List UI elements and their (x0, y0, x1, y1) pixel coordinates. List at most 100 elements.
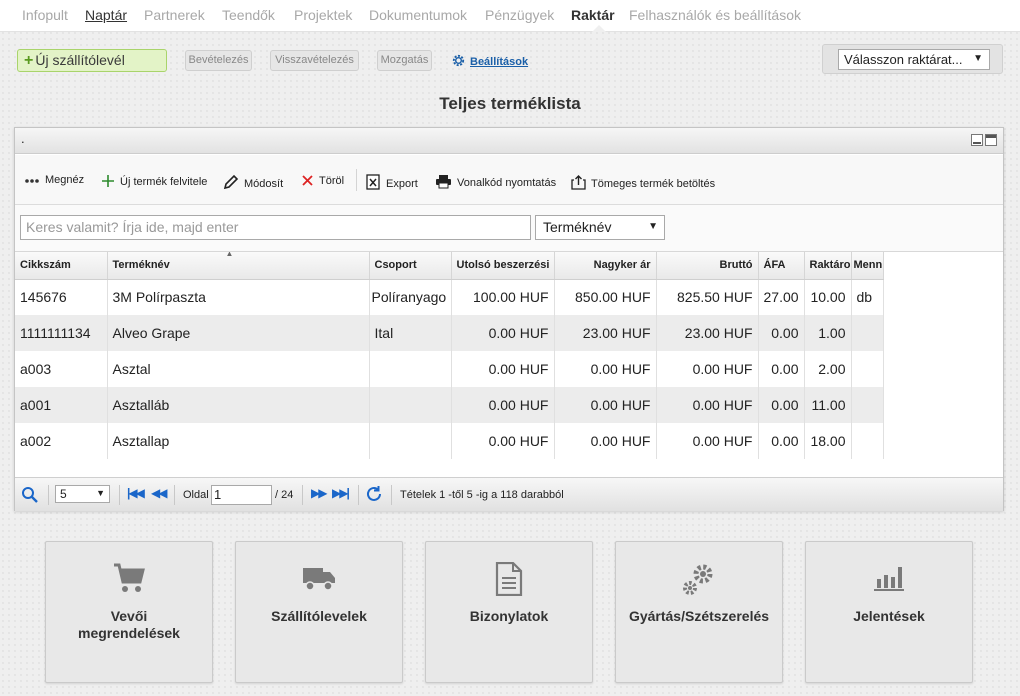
tile-delivery-notes-label: Szállítólevelek (236, 608, 402, 625)
pager: 5 ▼ |◀◀ ◀◀ Oldal 1 / 24 ▶▶ ▶▶| Tételek 1… (15, 477, 1003, 511)
table-row[interactable]: a003 Asztal 0.00 HUF 0.00 HUF 0.00 HUF 0… (15, 351, 884, 387)
new-delivery-note-button[interactable]: + Új szállítólevél (17, 49, 167, 72)
add-product-button[interactable]: Új termék felvitele (101, 174, 207, 191)
column-header-afa[interactable]: ÁFA (758, 252, 805, 280)
pager-divider (391, 485, 392, 505)
view-button[interactable]: Megnéz (24, 174, 84, 189)
export-label: Export (386, 178, 418, 190)
page-number-input[interactable]: 1 (211, 485, 272, 505)
cell-csoport: Ital (369, 315, 452, 351)
cell-csoport (369, 387, 452, 423)
search-field-select[interactable]: Terméknév ▼ (535, 215, 665, 240)
tile-delivery-notes[interactable]: Szállítólevelek (235, 541, 403, 683)
next-page-icon[interactable]: ▶▶ (311, 486, 328, 500)
tile-customer-orders-label: Vevői megrendelések (46, 608, 212, 642)
search-input[interactable]: Keres valamit? Írja ide, majd enter (20, 215, 531, 240)
nav-item-raktar[interactable]: Raktár (571, 7, 615, 23)
bar-chart-icon (806, 562, 972, 595)
tile-documents[interactable]: Bizonylatok (425, 541, 593, 683)
receipt-button[interactable]: Bevételezés (185, 50, 252, 71)
cart-icon (46, 562, 212, 597)
cell-csoport (369, 423, 452, 459)
column-header-csoport[interactable]: Csoport (369, 252, 452, 280)
bulk-upload-button[interactable]: Tömeges termék betöltés (571, 174, 715, 193)
column-header-utolso-beszerzesi[interactable]: Utolsó beszerzési (451, 252, 555, 280)
cell-mennyisegi-egyseg: db (851, 279, 884, 315)
search-icon[interactable] (21, 486, 38, 506)
warehouse-selector-box: Válasszon raktárat... ▼ (822, 44, 1003, 74)
column-header-termeknev[interactable]: ▲ Terméknév (107, 252, 370, 280)
nav-item-dokumentumok[interactable]: Dokumentumok (369, 7, 467, 23)
refresh-icon[interactable] (365, 485, 383, 506)
barcode-print-label: Vonalkód nyomtatás (457, 177, 557, 189)
settings-link[interactable]: Beállítások (451, 53, 528, 71)
excel-icon (365, 174, 381, 193)
cell-utolso-beszerzesi: 100.00 HUF (451, 279, 555, 315)
nav-item-infopult[interactable]: Infopult (22, 7, 68, 23)
nav-item-felhasznalok[interactable]: Felhasználók és beállítások (629, 7, 801, 23)
edit-button[interactable]: Módosít (223, 174, 283, 193)
cell-afa: 27.00 (758, 279, 805, 315)
cell-termeknev: Asztal (107, 351, 370, 387)
tile-reports[interactable]: Jelentések (805, 541, 973, 683)
movement-button[interactable]: Mozgatás (377, 50, 432, 71)
export-button[interactable]: Export (365, 174, 418, 193)
panel-header: . (15, 128, 1003, 154)
delete-button[interactable]: Töröl (301, 174, 344, 190)
nav-item-naptar[interactable]: Naptár (85, 7, 127, 23)
cell-nagyker-ar: 850.00 HUF (554, 279, 657, 315)
tile-manufacturing[interactable]: Gyártás/Szétszerelés (615, 541, 783, 683)
column-header-cikkszam[interactable]: Cikkszám (15, 252, 108, 280)
column-header-mennyisegi-egyseg[interactable]: Menn (851, 252, 884, 280)
tile-label-line: Bizonylatok (469, 608, 549, 624)
top-navigation: Infopult Naptár Partnerek Teendők Projek… (0, 0, 1020, 32)
cell-mennyisegi-egyseg (851, 387, 884, 423)
table-row[interactable]: a001 Asztalláb 0.00 HUF 0.00 HUF 0.00 HU… (15, 387, 884, 423)
cell-afa: 0.00 (758, 315, 805, 351)
column-header-nagyker-ar[interactable]: Nagyker ár (554, 252, 657, 280)
table-row[interactable]: 1111111134 Alveo Grape Ital 0.00 HUF 23.… (15, 315, 884, 351)
cell-cikkszam: 1111111134 (15, 315, 108, 351)
upload-icon (571, 174, 586, 193)
product-list-panel: . Megnéz Új termék felvitele Módosít Tör… (14, 127, 1004, 511)
page-title: Teljes terméklista (439, 94, 581, 113)
nav-item-projektek[interactable]: Projektek (294, 7, 352, 23)
cell-mennyisegi-egyseg (851, 351, 884, 387)
cell-raktaron: 10.00 (804, 279, 852, 315)
warehouse-select-value: Válasszon raktárat... (844, 52, 963, 67)
table-header-row: Cikkszám ▲ Terméknév Csoport Utolsó besze… (15, 252, 884, 280)
warehouse-select[interactable]: Válasszon raktárat... ▼ (838, 49, 990, 70)
cell-raktaron: 1.00 (804, 315, 852, 351)
truck-icon (236, 562, 402, 595)
chevron-down-icon: ▼ (973, 53, 983, 64)
new-delivery-note-label: Új szállítólevél (35, 52, 125, 68)
nav-item-partnerek[interactable]: Partnerek (144, 7, 205, 23)
close-icon (301, 174, 314, 190)
tile-label-line: Gyártás/Szétszerelés (628, 608, 770, 624)
pager-divider (119, 485, 120, 505)
cell-nagyker-ar: 23.00 HUF (554, 315, 657, 351)
prev-page-icon[interactable]: ◀◀ (151, 486, 168, 500)
cell-nagyker-ar: 0.00 HUF (554, 423, 657, 459)
nav-item-penzugyek[interactable]: Pénzügyek (485, 7, 554, 23)
tile-label-line: megrendelések (78, 625, 180, 641)
minimize-icon[interactable] (971, 134, 983, 146)
nav-item-teendok[interactable]: Teendők (222, 7, 275, 23)
column-header-raktaron[interactable]: Raktáro (804, 252, 852, 280)
return-receipt-button[interactable]: Visszavételezés (270, 50, 359, 71)
column-header-brutto[interactable]: Bruttó (656, 252, 759, 280)
tile-documents-label: Bizonylatok (426, 608, 592, 625)
settings-label: Beállítások (470, 56, 529, 68)
page-size-select[interactable]: 5 ▼ (55, 485, 110, 503)
first-page-icon[interactable]: |◀◀ (127, 486, 145, 500)
maximize-icon[interactable] (985, 134, 997, 146)
tile-customer-orders[interactable]: Vevői megrendelések (45, 541, 213, 683)
cell-termeknev: Asztalláb (107, 387, 370, 423)
table-row[interactable]: 145676 3M Polírpaszta Políranyago 100.00… (15, 279, 884, 315)
cell-raktaron: 11.00 (804, 387, 852, 423)
chevron-down-icon: ▼ (96, 488, 105, 498)
table-row[interactable]: a002 Asztallap 0.00 HUF 0.00 HUF 0.00 HU… (15, 423, 884, 459)
barcode-print-button[interactable]: Vonalkód nyomtatás (435, 174, 556, 192)
cell-brutto: 0.00 HUF (656, 351, 759, 387)
last-page-icon[interactable]: ▶▶| (332, 486, 350, 500)
